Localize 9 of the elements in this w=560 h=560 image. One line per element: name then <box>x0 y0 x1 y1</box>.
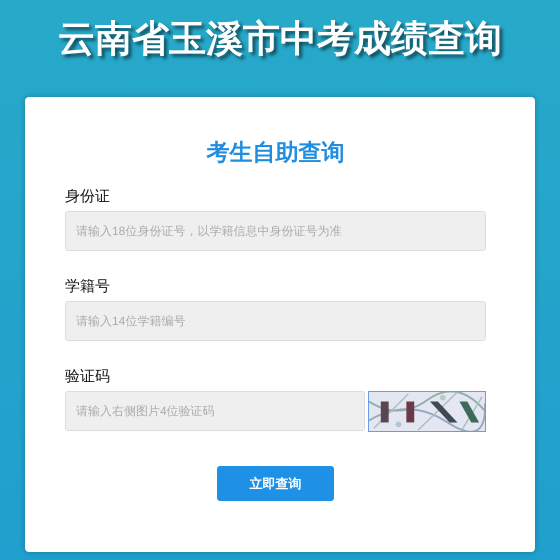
field-label: 验证码 <box>65 367 110 387</box>
input-field[interactable]: 请输入右侧图片4位验证码 <box>65 391 365 431</box>
submit-button[interactable]: 立即查询 <box>217 466 334 501</box>
input-field[interactable]: 请输入14位学籍编号 <box>65 301 486 341</box>
input-field[interactable]: 请输入18位身份证号，以学籍信息中身份证号为准 <box>65 211 486 251</box>
page-title: 云南省玉溪市中考成绩查询 <box>58 17 502 61</box>
field-label: 身份证 <box>65 187 110 207</box>
form-heading: 考生自助查询 <box>205 138 346 167</box>
field-label: 学籍号 <box>65 277 110 297</box>
